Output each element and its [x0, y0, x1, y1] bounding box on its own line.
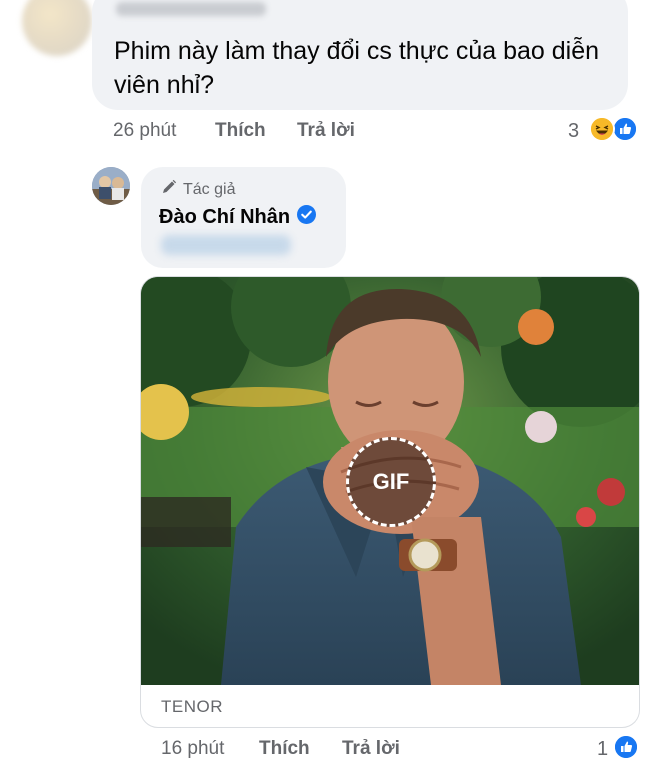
gif-attachment[interactable]: GIF TENOR [140, 276, 640, 728]
reaction-count[interactable]: 3 [568, 120, 579, 143]
commenter-avatar[interactable] [22, 0, 92, 56]
author-badge-label: Tác giả [183, 180, 236, 198]
reply-text-blurred [161, 235, 291, 255]
like-button[interactable]: Thích [215, 120, 266, 142]
comment-timestamp[interactable]: 26 phút [113, 120, 176, 142]
reply-reply-button[interactable]: Trả lời [342, 738, 400, 760]
reply-bubble: Tác giả Đào Chí Nhân [141, 167, 346, 268]
comment-actions: 26 phút Thích Trả lời 3 [0, 116, 660, 146]
comment-text: Phim này làm thay đổi cs thực của bao di… [114, 37, 600, 99]
author-badge: Tác giả [161, 179, 235, 200]
reply-timestamp[interactable]: 16 phút [161, 738, 224, 760]
verified-check-icon [297, 205, 317, 230]
pencil-icon [161, 179, 177, 200]
reply-reaction-count[interactable]: 1 [597, 738, 608, 761]
gif-play-badge[interactable]: GIF [346, 437, 436, 527]
commenter-name-blurred[interactable] [116, 2, 266, 16]
author-avatar[interactable] [92, 167, 130, 205]
haha-icon[interactable] [589, 116, 615, 142]
gif-source-label: TENOR [161, 697, 223, 716]
reply-actions: 16 phút Thích Trả lời 1 [0, 734, 660, 764]
reply-button[interactable]: Trả lời [297, 120, 355, 142]
like-icon[interactable] [613, 734, 639, 760]
author-name[interactable]: Đào Chí Nhân [159, 205, 317, 230]
author-name-text[interactable]: Đào Chí Nhân [159, 206, 290, 229]
comment-bubble: Phim này làm thay đổi cs thực của bao di… [92, 0, 628, 110]
reply-like-button[interactable]: Thích [259, 738, 310, 760]
like-icon[interactable] [612, 116, 638, 142]
